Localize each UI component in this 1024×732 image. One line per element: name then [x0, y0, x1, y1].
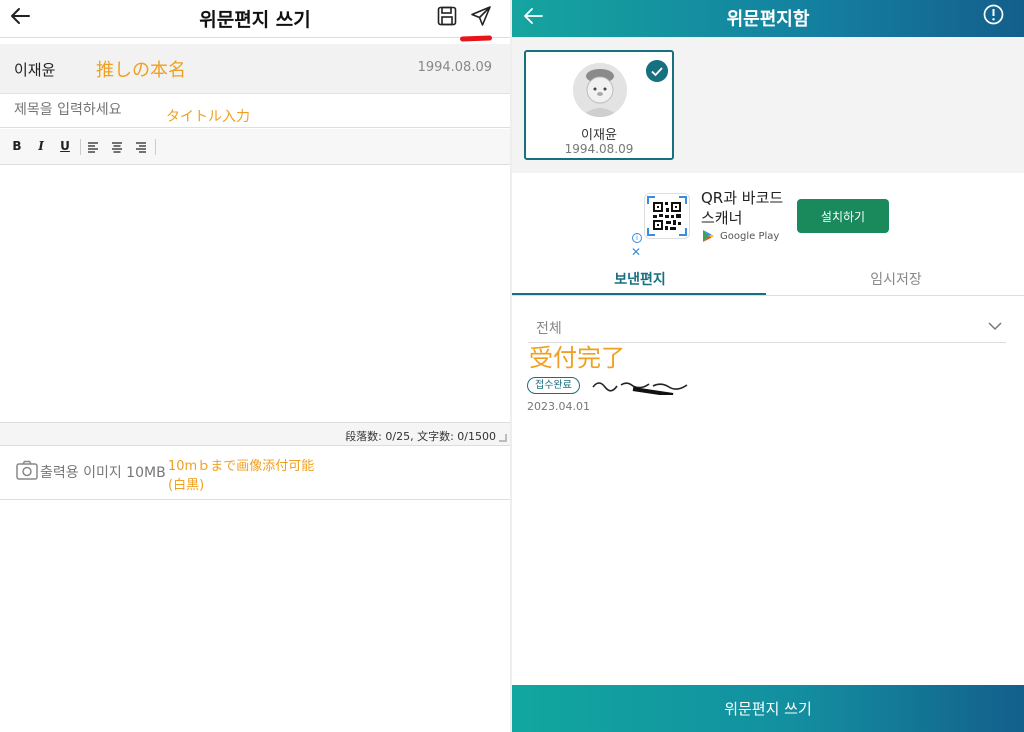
save-icon[interactable]	[437, 6, 457, 26]
recipient-row: 이재윤 1994.08.09	[0, 44, 510, 94]
recipient-card-name: 이재윤	[581, 128, 617, 143]
page-title: 위문편지 쓰기	[199, 9, 311, 31]
soldier-avatar-icon	[573, 63, 627, 117]
annotation-image-line1: 10mｂまで画像添付可能	[168, 459, 315, 474]
counter-bar: 段落数: 0/25, 文字数: 0/1500	[0, 422, 510, 446]
recipient-card[interactable]: 이재윤 1994.08.09	[524, 50, 674, 160]
tab-drafts[interactable]: 임시저장	[768, 269, 1024, 289]
ad-info-icon[interactable]: i	[632, 233, 642, 243]
recipient-birthday: 1994.08.09	[417, 60, 492, 75]
letter-body-editor[interactable]	[0, 166, 510, 422]
footer-bar: 위문편지 쓰기	[512, 685, 1024, 732]
character-counter: 段落数: 0/25, 文字数: 0/1500	[345, 430, 496, 443]
ad-close-icon[interactable]: ✕	[631, 245, 641, 259]
filter-selected-value: 전체	[536, 321, 562, 337]
toolbar-divider	[80, 139, 81, 155]
google-play-icon	[703, 230, 714, 242]
ad-banner[interactable]: QR과 바코드 스캐너 Google Play 설치하기 i ✕	[512, 173, 1024, 265]
align-left-icon[interactable]	[87, 141, 99, 153]
annotation-image-line2: (白黒)	[168, 478, 205, 493]
editor-toolbar: B I U	[0, 129, 510, 165]
ad-store-label: Google Play	[720, 231, 780, 242]
tab-sent-letters[interactable]: 보낸편지	[512, 269, 768, 289]
underline-button[interactable]: U	[57, 139, 73, 153]
align-right-icon[interactable]	[135, 141, 147, 153]
send-highlight-mark	[459, 35, 493, 42]
ad-title: QR과 바코드 스캐너	[701, 189, 784, 227]
status-badge: 접수완료	[527, 377, 580, 394]
align-center-icon[interactable]	[111, 141, 123, 153]
letter-list-item[interactable]: 접수완료 2023.04.01	[527, 375, 1007, 419]
qr-app-icon	[644, 193, 690, 239]
letterbox-header: 위문편지함	[512, 0, 1024, 37]
recipient-name: 이재윤	[14, 61, 56, 79]
annotation-received: 受付完了	[529, 344, 625, 372]
avatar	[573, 63, 627, 117]
annotation-real-name: 推しの本名	[96, 60, 186, 81]
qr-code-icon	[647, 196, 687, 236]
attach-image-label: 출력용 이미지 10MB	[40, 465, 166, 481]
info-icon[interactable]	[983, 4, 1004, 25]
resize-handle[interactable]	[499, 434, 507, 442]
letter-date: 2023.04.01	[527, 400, 590, 413]
recipient-selector: 이재윤 1994.08.09	[512, 37, 1024, 173]
install-button[interactable]: 설치하기	[797, 199, 889, 233]
subject-input[interactable]	[14, 102, 164, 118]
bold-button[interactable]: B	[9, 139, 25, 153]
italic-button[interactable]: I	[33, 139, 49, 153]
camera-icon[interactable]	[16, 460, 38, 480]
active-tab-indicator	[512, 293, 766, 295]
recipient-card-birthday: 1994.08.09	[564, 142, 634, 156]
write-header: 위문편지 쓰기	[0, 0, 510, 38]
annotation-title-input: タイトル入力	[166, 109, 250, 125]
redacted-letter-title	[592, 382, 688, 395]
annotation-image-limit: 10mｂまで画像添付可能 (白黒)	[168, 457, 314, 495]
letterbox-tabs: 보낸편지 임시저장	[512, 265, 1024, 296]
chevron-down-icon	[988, 322, 1002, 331]
page-title: 위문편지함	[726, 9, 810, 30]
toolbar-divider	[155, 139, 156, 155]
checkmark-icon	[646, 60, 668, 82]
write-letter-button[interactable]: 위문편지 쓰기	[512, 685, 1024, 732]
send-icon[interactable]	[470, 5, 492, 27]
write-letter-screen: 위문편지 쓰기 이재윤 1994.08.09 推しの本名 タイトル入力 B I …	[0, 0, 510, 732]
subject-row	[0, 94, 510, 128]
